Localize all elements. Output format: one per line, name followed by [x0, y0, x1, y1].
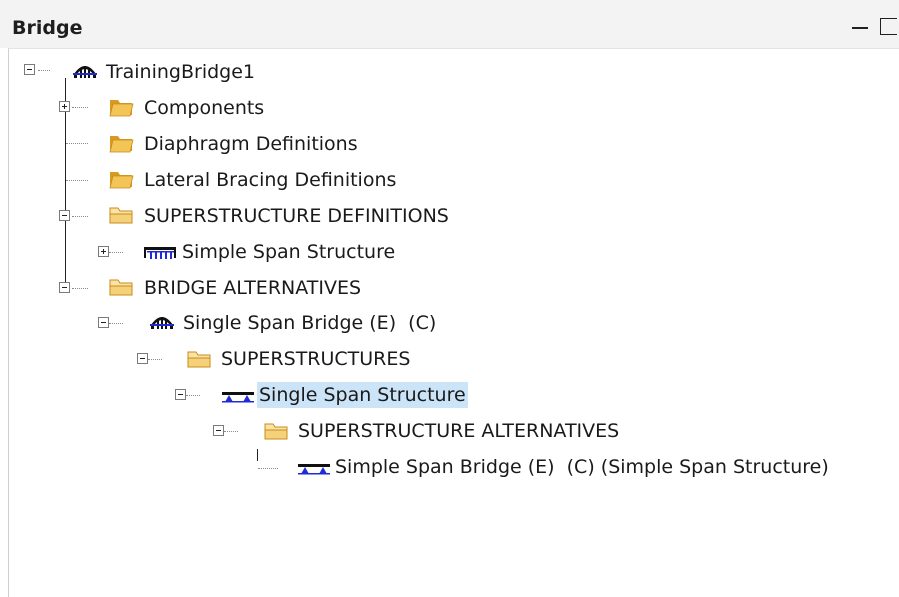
maximize-button[interactable] [880, 18, 897, 35]
tree-line [258, 468, 278, 469]
window-title: Bridge [12, 17, 83, 39]
tree-item-simple-span-structure[interactable]: Simple Span Structure [180, 239, 397, 265]
bridge-arch-icon [72, 60, 98, 82]
superstructure-icon [297, 456, 330, 478]
tree-line [224, 431, 238, 432]
girder-structure-icon [143, 241, 176, 263]
collapse-toggle[interactable] [59, 210, 70, 221]
folder-open-icon [108, 276, 134, 298]
collapse-toggle[interactable] [175, 389, 186, 400]
collapse-toggle[interactable] [98, 317, 109, 328]
folder-icon [108, 96, 134, 118]
collapse-toggle[interactable] [24, 64, 35, 75]
title-bar: Bridge [0, 0, 899, 48]
tree-line [257, 449, 258, 461]
tree-line [66, 180, 88, 181]
tree-item-superstructures[interactable]: SUPERSTRUCTURES [219, 346, 412, 372]
folder-icon [108, 168, 134, 190]
tree-line [109, 323, 123, 324]
tree-item-lateral-bracing-definitions[interactable]: Lateral Bracing Definitions [142, 167, 398, 193]
tree-item-training-bridge[interactable]: TrainingBridge1 [104, 59, 257, 85]
folder-open-icon [186, 348, 212, 370]
tree-item-bridge-alternatives[interactable]: BRIDGE ALTERNATIVES [142, 275, 363, 301]
expand-toggle[interactable] [98, 246, 109, 257]
minimize-button[interactable] [852, 17, 870, 37]
tree-line [72, 107, 88, 108]
tree-item-superstructure-alternatives[interactable]: SUPERSTRUCTURE ALTERNATIVES [296, 418, 621, 444]
tree-line [109, 252, 123, 253]
tree-line [186, 395, 200, 396]
tree-line [72, 216, 88, 217]
tree-line [38, 70, 50, 71]
folder-open-icon [263, 420, 289, 442]
tree-item-diaphragm-definitions[interactable]: Diaphragm Definitions [142, 131, 360, 157]
tree-line [72, 288, 88, 289]
tree-item-simple-span-bridge[interactable]: Simple Span Bridge (E) (C) (Simple Span … [333, 454, 831, 480]
collapse-toggle[interactable] [213, 425, 224, 436]
tree-item-superstructure-definitions[interactable]: SUPERSTRUCTURE DEFINITIONS [142, 203, 451, 229]
tree-line [66, 143, 88, 144]
bridge-window: Bridge TrainingBridge1 Components Diaphr… [0, 0, 899, 597]
collapse-toggle[interactable] [137, 353, 148, 364]
folder-open-icon [108, 204, 134, 226]
superstructure-icon [221, 384, 254, 406]
bridge-arch-icon [149, 311, 175, 333]
tree-line [148, 359, 162, 360]
tree-item-single-span-structure[interactable]: Single Span Structure [257, 382, 468, 408]
tree-item-single-span-bridge[interactable]: Single Span Bridge (E) (C) [181, 310, 438, 336]
folder-icon [108, 132, 134, 154]
collapse-toggle[interactable] [59, 282, 70, 293]
tree-item-components[interactable]: Components [142, 95, 266, 121]
expand-toggle[interactable] [59, 101, 70, 112]
